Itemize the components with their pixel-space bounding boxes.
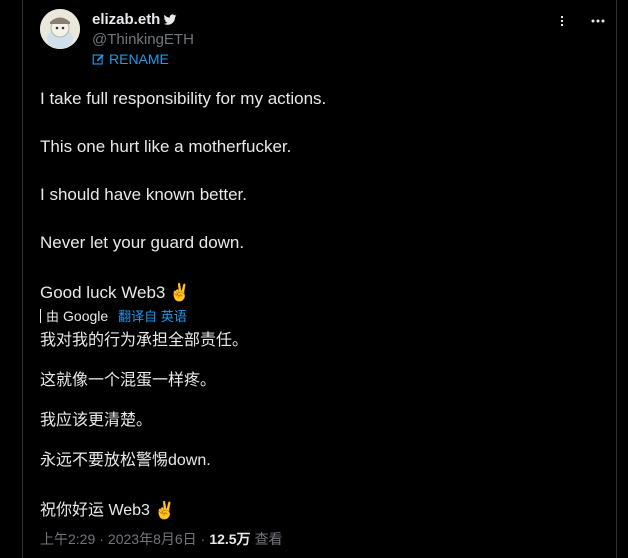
translated-by-label: 由 (46, 309, 60, 324)
column-divider-right (616, 0, 617, 558)
tweet-line-final: Good luck Web3 ✌️ (40, 280, 326, 306)
google-logo: Google (63, 307, 109, 324)
text-caret (40, 308, 41, 323)
author-name[interactable]: elizab.eth (92, 11, 160, 28)
victory-hand-emoji: ✌️ (153, 501, 176, 520)
tweet-line: Good luck Web3 (40, 283, 166, 302)
translated-line: 祝你好运 Web3 (40, 502, 150, 519)
author-name-row[interactable]: elizab.eth (92, 11, 177, 28)
translated-line: 这就像一个混蛋一样疼。 (40, 372, 217, 389)
edit-icon (92, 53, 105, 66)
tweet-actions-top (553, 12, 607, 30)
tweet-line: This one hurt like a motherfucker. (40, 137, 292, 156)
author-handle[interactable]: @ThinkingETH (92, 31, 194, 48)
translated-text: 我对我的行为承担全部责任。 这就像一个混蛋一样疼。 我应该更清楚。 永远不要放松… (40, 331, 248, 531)
bird-icon (163, 13, 177, 27)
translated-line-final: 祝你好运 Web3 ✌️ (40, 491, 248, 531)
translated-line: 永远不要放松警惕down. (40, 452, 211, 469)
tweet-meta: 上午2:29 · 2023年8月6日 · 12.5万 查看 (40, 529, 283, 549)
column-divider-left (22, 0, 23, 558)
tweet-line: Never let your guard down. (40, 233, 245, 252)
victory-hand-emoji: ✌️ (169, 283, 191, 302)
meta-separator: · (200, 531, 206, 547)
views-label: 查看 (254, 531, 283, 547)
translated-line: 我对我的行为承担全部责任。 (40, 332, 249, 349)
tweet-text: I take full responsibility for my action… (40, 88, 326, 306)
view-count: 12.5万 (209, 531, 251, 547)
tweet-line: I should have known better. (40, 185, 247, 204)
translation-attribution: 由 Google 翻译自 英语 (40, 306, 187, 325)
tweet-line: I take full responsibility for my action… (40, 89, 327, 108)
tweet-date[interactable]: 2023年8月6日 (108, 529, 197, 549)
rename-label: RENAME (109, 51, 169, 67)
meta-separator: · (99, 531, 104, 547)
share-icon[interactable] (553, 12, 571, 30)
more-icon[interactable] (589, 12, 607, 30)
translate-source-link[interactable]: 翻译自 英语 (118, 306, 187, 325)
tweet-time[interactable]: 上午2:29 (40, 529, 95, 549)
translated-line: 我应该更清楚。 (40, 412, 153, 429)
avatar[interactable] (40, 9, 80, 49)
rename-button[interactable]: RENAME (92, 51, 169, 67)
